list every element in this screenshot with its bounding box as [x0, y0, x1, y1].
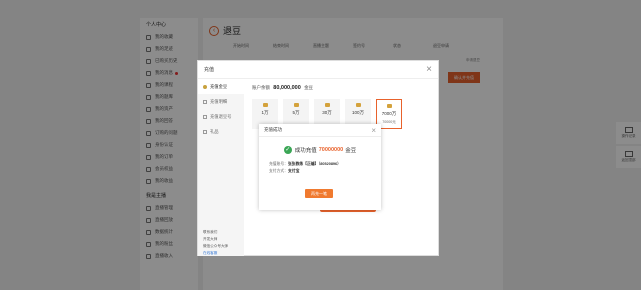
close-icon[interactable]: × [426, 64, 432, 75]
balance-label: 账户余额 [252, 85, 270, 90]
nav-icon [203, 99, 207, 104]
recharge-nav-item[interactable]: 礼品 [198, 124, 244, 139]
recharge-nav-item[interactable]: 充值明细 [198, 94, 244, 109]
coin-icon [203, 84, 207, 89]
balance-value: 80,000,000 [273, 85, 301, 91]
coin-icon [262, 103, 268, 107]
message-suffix: 金豆 [345, 148, 357, 154]
recharge-nav-label: 礼品 [210, 128, 219, 134]
contact-block: 联系我们 开发大师 微信公众号大师 在线客服 [203, 229, 228, 257]
nav-icon [203, 114, 207, 119]
success-title: 充值成功 [264, 127, 282, 132]
pack-amount: 7000万 [381, 111, 397, 116]
account-value: 张张教练【正编】（80520896） [287, 162, 341, 166]
method-label: 支付方式： [269, 169, 288, 173]
recharge-nav-item[interactable]: 充值退豆号 [198, 109, 244, 124]
message-prefix: 成功充值 [294, 148, 317, 154]
success-dialog: 充值成功 × ✓ 成功充值 70000000 金豆 充值账号：张张教练【正编】（… [259, 124, 381, 210]
coin-icon [355, 103, 361, 107]
recharge-amount: 70000000 [318, 147, 344, 153]
contact-line: 开发大师 [203, 237, 218, 241]
contact-line: 微信公众号大师 [203, 244, 229, 248]
coin-icon [293, 103, 299, 107]
account-label: 充值账号： [269, 162, 288, 166]
check-icon: ✓ [283, 146, 292, 154]
recharge-nav: 充值金豆充值明细充值退豆号礼品 联系我们 开发大师 微信公众号大师 在线客服 [198, 79, 244, 256]
coin-icon [386, 104, 392, 108]
recharge-again-button[interactable]: 再充一笔 [305, 189, 333, 198]
close-icon[interactable]: × [371, 126, 376, 135]
balance-unit: 金豆 [304, 85, 314, 90]
recharge-nav-item[interactable]: 充值金豆 [198, 79, 244, 94]
balance: 账户余额 80,000,000 金豆 [252, 85, 432, 91]
method-value: 支付宝 [287, 169, 300, 173]
recharge-nav-label: 充值退豆号 [210, 113, 232, 119]
nav-icon [203, 129, 207, 134]
contact-title: 联系我们 [203, 230, 218, 234]
coin-icon [324, 103, 330, 107]
pack-amount: 5万 [292, 110, 300, 115]
dialog-title: 充值 [204, 67, 215, 73]
recharge-nav-label: 充值明细 [210, 98, 228, 104]
pack-amount: 30万 [322, 110, 332, 115]
pack-price: 70000元 [382, 120, 396, 124]
success-message: ✓ 成功充值 70000000 金豆 [259, 146, 381, 154]
pack-amount: 1万 [261, 110, 269, 115]
recharge-detail: 充值账号：张张教练【正编】（80520896） 支付方式：支付宝 [269, 161, 381, 175]
recharge-nav-label: 充值金豆 [210, 83, 228, 89]
online-service-link[interactable]: 在线客服 [203, 250, 228, 257]
pack-amount: 100万 [351, 110, 364, 115]
